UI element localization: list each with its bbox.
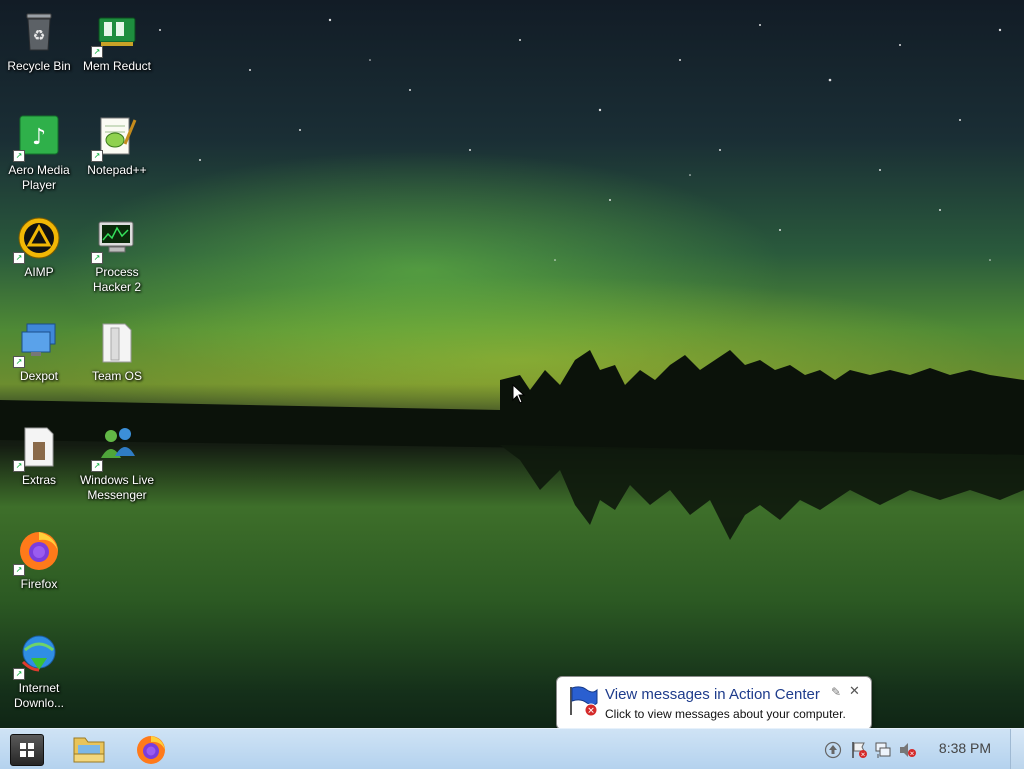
taskbar: ✕ ✕ 8:38 PM xyxy=(0,728,1024,769)
windows-logo-icon xyxy=(20,743,34,757)
desktop-icon-recycle-bin[interactable]: ♻ Recycle Bin xyxy=(0,10,78,74)
firefox-icon xyxy=(137,736,165,764)
folder-icon: ↗ xyxy=(13,424,61,472)
upload-arrow-icon[interactable] xyxy=(824,741,842,759)
taskbar-clock[interactable]: 8:38 PM xyxy=(932,740,998,756)
network-icon[interactable] xyxy=(874,741,892,759)
svg-text:✕: ✕ xyxy=(587,707,595,717)
mouse-cursor-icon xyxy=(512,384,526,404)
shortcut-arrow-icon: ↗ xyxy=(91,46,103,58)
desktop-icon-label: AIMP xyxy=(24,265,54,279)
svg-text:♪: ♪ xyxy=(32,125,46,150)
shortcut-arrow-icon: ↗ xyxy=(13,460,25,472)
desktop-icon-label: Aero Media Player xyxy=(8,163,70,192)
shortcut-arrow-icon: ↗ xyxy=(91,252,103,264)
desktop-icon-label: Process Hacker 2 xyxy=(92,265,142,294)
desktop-icon-aero-media-player[interactable]: ♪ ↗ Aero Media Player xyxy=(0,114,78,193)
shortcut-arrow-icon: ↗ xyxy=(91,460,103,472)
desktop-icon-label: Extras xyxy=(21,473,56,487)
desktop-icon-dexpot[interactable]: ↗ Dexpot xyxy=(0,320,78,384)
shortcut-arrow-icon: ↗ xyxy=(13,668,25,680)
shortcut-arrow-icon: ↗ xyxy=(13,252,25,264)
start-button[interactable] xyxy=(10,734,44,766)
desktop-icon-mem-reduct[interactable]: ↗ Mem Reduct xyxy=(78,10,156,74)
notification-message[interactable]: Click to view messages about your comput… xyxy=(605,707,846,721)
process-hacker-icon: ↗ xyxy=(91,216,139,264)
desktop-icon-firefox[interactable]: ↗ Firefox xyxy=(0,528,78,592)
taskbar-firefox-button[interactable] xyxy=(131,732,171,766)
volume-muted-icon[interactable]: ✕ xyxy=(898,741,916,759)
svg-text:✕: ✕ xyxy=(909,751,914,758)
desktop-icon-label: Notepad++ xyxy=(87,163,147,177)
desktop-icon-windows-live-messenger[interactable]: ↗ Windows Live Messenger xyxy=(78,424,156,503)
desktop-icon-label: Internet Downlo... xyxy=(13,681,65,710)
close-icon[interactable]: ✕ xyxy=(849,683,860,699)
desktop-icon-label: Windows Live Messenger xyxy=(79,473,155,502)
desktop-icon-notepad-plus-plus[interactable]: ↗ Notepad++ xyxy=(78,114,156,178)
firefox-icon: ↗ xyxy=(13,528,61,576)
desktop-icon-label: Recycle Bin xyxy=(7,59,71,73)
pin-icon[interactable]: ✎ xyxy=(831,685,841,699)
desktop-icon-label: Team OS xyxy=(91,369,142,383)
action-center-flag-icon: ✕ xyxy=(567,685,599,717)
desktop-icon-internet-download-manager[interactable]: ↗ Internet Downlo... xyxy=(0,632,78,711)
notification-title[interactable]: View messages in Action Center xyxy=(605,686,820,703)
download-manager-icon: ↗ xyxy=(13,632,61,680)
taskbar-file-explorer-button[interactable] xyxy=(69,732,109,766)
folder-icon xyxy=(73,737,105,763)
desktop-icon-extras[interactable]: ↗ Extras xyxy=(0,424,78,488)
action-center-notification[interactable]: ✕ View messages in Action Center Click t… xyxy=(556,676,872,740)
recycle-bin-icon: ♻ xyxy=(17,10,61,54)
desktop-icon-process-hacker-2[interactable]: ↗ Process Hacker 2 xyxy=(78,216,156,295)
desktop-icon-label: Mem Reduct xyxy=(82,59,152,73)
memory-chip-icon: ↗ xyxy=(91,10,139,58)
desktop-icon-label: Dexpot xyxy=(19,369,59,383)
shortcut-arrow-icon: ↗ xyxy=(13,564,25,576)
monitors-icon: ↗ xyxy=(13,320,61,368)
desktop-icon-team-os[interactable]: Team OS xyxy=(78,320,156,384)
show-desktop-button[interactable] xyxy=(1010,729,1024,769)
action-center-flag-icon[interactable]: ✕ xyxy=(850,741,868,759)
desktop-icon-aimp[interactable]: ↗ AIMP xyxy=(0,216,78,280)
shortcut-arrow-icon: ↗ xyxy=(13,150,25,162)
music-note-icon: ♪ ↗ xyxy=(13,114,61,162)
shortcut-arrow-icon: ↗ xyxy=(91,150,103,162)
shortcut-arrow-icon: ↗ xyxy=(13,356,25,368)
messenger-icon: ↗ xyxy=(91,424,139,472)
svg-text:✕: ✕ xyxy=(860,752,865,759)
svg-text:♻: ♻ xyxy=(33,28,46,44)
desktop-icon-label: Firefox xyxy=(20,577,58,591)
notepad-icon: ↗ xyxy=(91,114,139,162)
aimp-icon: ↗ xyxy=(13,216,61,264)
folder-icon xyxy=(95,320,139,364)
